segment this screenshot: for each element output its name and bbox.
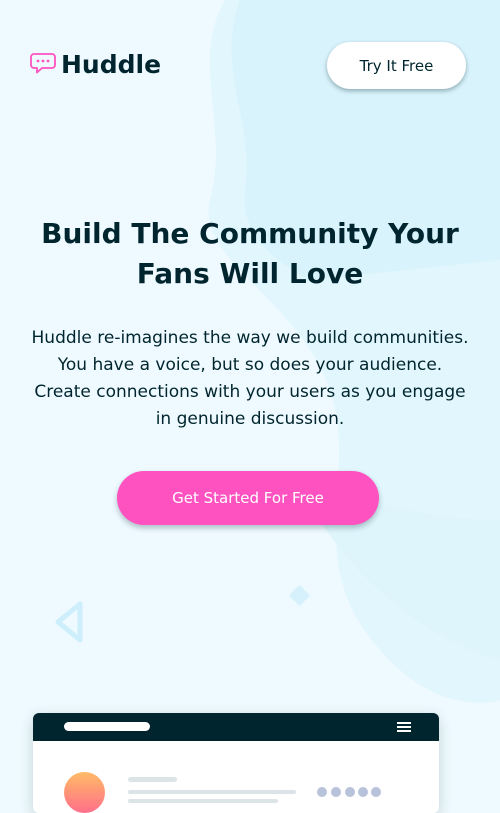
diamond-shape-icon — [288, 584, 311, 607]
site-header: Huddle Try It Free — [0, 0, 500, 130]
mockup-title-placeholder — [64, 722, 150, 731]
mockup-avatar — [64, 772, 105, 813]
triangle-shape-icon — [55, 601, 83, 643]
hero-description: Huddle re-imagines the way we build comm… — [31, 328, 469, 429]
mockup-dot — [358, 787, 368, 797]
mockup-dot — [371, 787, 381, 797]
hero-section: Build The Community Your Fans Will Love … — [0, 214, 500, 433]
mockup-text-placeholder — [128, 790, 296, 794]
hero-title: Build The Community Your Fans Will Love — [41, 217, 459, 290]
get-started-button[interactable]: Get Started For Free — [117, 471, 379, 525]
mockup-dot — [331, 787, 341, 797]
hamburger-menu-icon — [397, 722, 411, 732]
logo[interactable]: Huddle — [30, 47, 161, 81]
mockup-top-bar — [33, 713, 439, 741]
try-it-free-button[interactable]: Try It Free — [327, 42, 466, 89]
brand-name: Huddle — [61, 49, 162, 79]
mockup-dot — [345, 787, 355, 797]
mockup-dot — [317, 787, 327, 797]
app-mockup-illustration — [33, 713, 439, 813]
mockup-text-placeholder — [128, 777, 177, 782]
speech-bubble-icon — [30, 53, 56, 74]
